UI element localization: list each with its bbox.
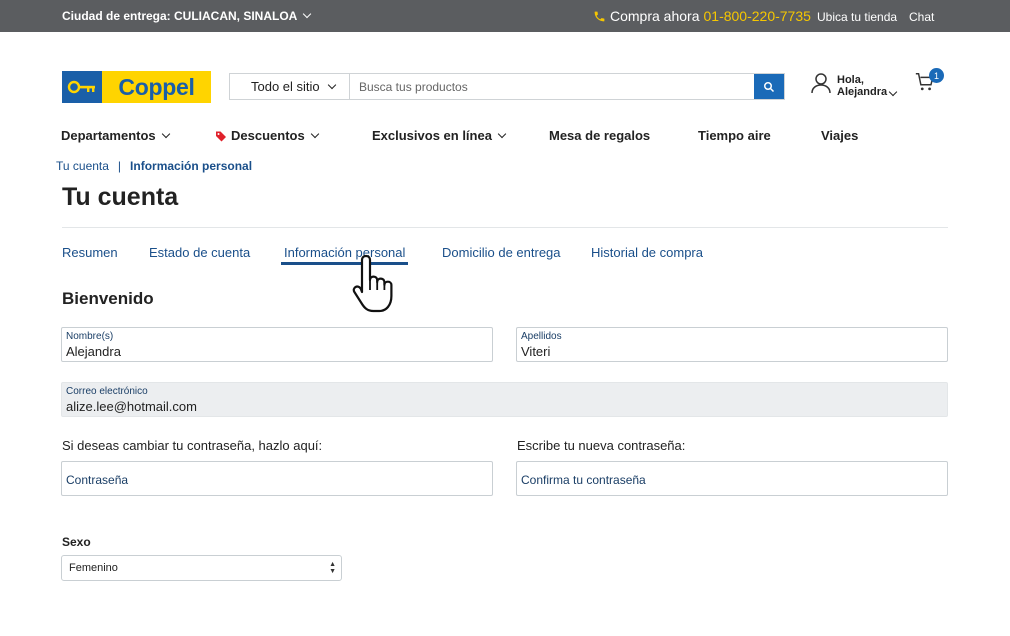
breadcrumb-current: Información personal [130,159,253,173]
search-scope-select[interactable]: Todo el sitio [230,74,350,99]
search-bar: Todo el sitio [229,73,785,100]
key-icon [62,71,102,103]
email-field: Correo electrónico alize.lee@hotmail.com [61,382,948,417]
confirm-password-placeholder: Confirma tu contraseña [521,473,646,487]
search-button[interactable] [754,74,784,99]
tab-resumen[interactable]: Resumen [62,245,118,260]
nav-label: Exclusivos en línea [372,128,492,143]
nav-label: Mesa de regalos [549,128,651,143]
coppel-logo[interactable]: Coppel [62,71,211,103]
chat-link[interactable]: Chat [909,10,934,24]
welcome-heading: Bienvenido [62,289,154,308]
first-name-field[interactable]: Nombre(s) Alejandra [61,327,493,362]
cart-count-badge: 1 [929,68,944,83]
phone-label: Compra ahora [610,8,700,24]
chevron-down-icon [888,87,898,97]
greeting-hello: Hola, [837,74,864,86]
first-name-value: Alejandra [66,344,121,359]
sex-select[interactable]: Femenino ▲ ▼ [61,555,342,581]
hand-pointer-icon [352,254,393,313]
email-label: Correo electrónico [66,386,148,397]
delivery-city-selector[interactable]: Ciudad de entrega: CULIACAN, SINALOA [62,9,312,23]
password-field[interactable]: Contraseña [61,461,493,496]
sex-select-value: Femenino [69,562,118,574]
nav-label: Viajes [821,128,859,143]
breadcrumb-root[interactable]: Tu cuenta [56,159,109,173]
phone-contact: Compra ahora 01-800-220-7735 [593,8,811,24]
tag-icon [216,131,226,141]
search-scope-value: Todo el sitio [251,79,320,94]
email-value: alize.lee@hotmail.com [66,399,197,414]
last-name-label: Apellidos [521,331,562,342]
search-icon [764,81,775,92]
greeting-name: Alejandra [837,86,888,98]
first-name-label: Nombre(s) [66,331,114,342]
nav-departamentos[interactable]: Departamentos [61,128,170,143]
confirm-password-field[interactable]: Confirma tu contraseña [516,461,948,496]
nav-mesa-de-regalos[interactable]: Mesa de regalos [549,128,650,143]
tab-estado-de-cuenta[interactable]: Estado de cuenta [149,245,250,260]
last-name-field[interactable]: Apellidos Viteri [516,327,948,362]
chevron-down-icon [303,9,312,19]
search-input[interactable] [350,74,754,99]
store-locator-link[interactable]: Ubica tu tienda [817,10,897,24]
password-placeholder: Contraseña [66,473,129,487]
divider [62,227,948,228]
nav-label: Departamentos [61,128,156,143]
top-bar: Ciudad de entrega: CULIACAN, SINALOA Com… [0,0,1010,32]
phone-number-link[interactable]: 01-800-220-7735 [704,8,811,24]
phone-icon [594,11,605,21]
breadcrumb: Tu cuenta | Información personal [56,159,252,173]
user-icon [811,73,831,94]
chevron-down-icon [327,80,336,89]
new-password-prompt: Escribe tu nueva contraseña: [517,438,686,453]
chevron-down-icon [497,129,507,138]
nav-viajes[interactable]: Viajes [821,128,858,143]
sex-label: Sexo [62,535,91,549]
page-title: Tu cuenta [62,183,179,211]
chevron-down-icon [161,129,170,138]
select-arrows-icon: ▲ ▼ [329,561,336,575]
nav-tiempo-aire[interactable]: Tiempo aire [698,128,771,143]
chevron-down-icon [310,129,319,138]
delivery-city-label: Ciudad de entrega: CULIACAN, SINALOA [62,9,298,23]
tab-historial-de-compra[interactable]: Historial de compra [591,245,703,260]
breadcrumb-separator: | [117,159,122,173]
nav-label: Descuentos [231,128,305,143]
last-name-value: Viteri [521,344,551,359]
nav-exclusivos[interactable]: Exclusivos en línea [372,128,507,143]
cart-button[interactable]: 1 [914,68,944,98]
password-prompt: Si deseas cambiar tu contraseña, hazlo a… [62,438,323,453]
tab-domicilio-de-entrega[interactable]: Domicilio de entrega [442,245,561,260]
nav-descuentos[interactable]: Descuentos [215,128,319,143]
nav-label: Tiempo aire [698,128,771,143]
logo-wordmark: Coppel [102,71,211,103]
account-menu[interactable]: Hola, Alejandra [811,72,898,98]
